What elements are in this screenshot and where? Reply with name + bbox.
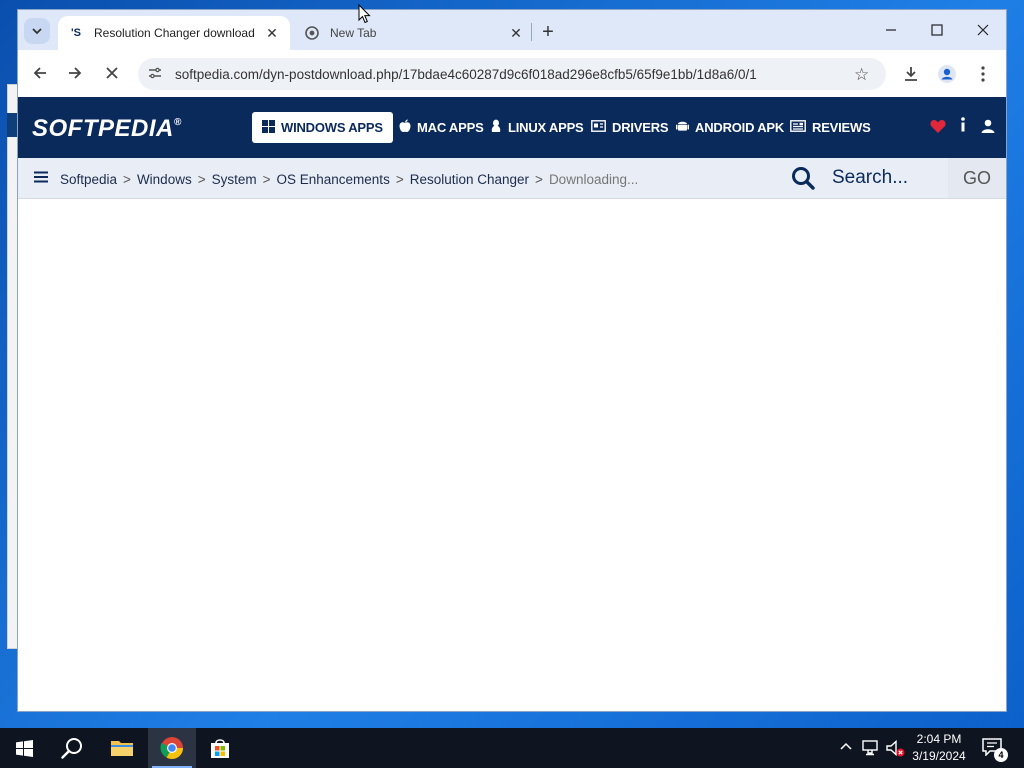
maximize-icon — [931, 24, 943, 36]
nav-windows-apps[interactable]: WINDOWS APPS — [252, 112, 393, 143]
network-icon[interactable] — [862, 740, 880, 759]
taskbar-store[interactable] — [196, 728, 244, 768]
close-tab-icon[interactable]: ✕ — [264, 25, 280, 41]
reviews-icon — [790, 120, 806, 135]
nav-linux-apps[interactable]: LINUX APPS — [480, 112, 594, 143]
tab-title: Resolution Changer download — [94, 26, 255, 40]
download-icon — [905, 67, 917, 81]
breadcrumb-separator: > — [197, 171, 206, 187]
notification-count-badge: 4 — [994, 748, 1008, 762]
chrome-icon — [304, 25, 320, 41]
tab-separator — [531, 23, 532, 41]
hamburger-menu-icon[interactable] — [34, 170, 48, 188]
new-tab-button[interactable]: + — [538, 21, 558, 43]
site-settings-icon[interactable] — [148, 66, 166, 83]
user-account-icon[interactable] — [981, 118, 995, 138]
forward-button[interactable] — [64, 62, 86, 84]
tab-strip: 'S Resolution Changer download ✕ New Tab… — [18, 10, 1006, 50]
taskbar-chrome[interactable] — [148, 728, 196, 768]
arrow-right-icon — [69, 67, 82, 79]
breadcrumb-separator: > — [262, 171, 271, 187]
windows-taskbar: 2:04 PM 3/19/2024 4 — [0, 728, 1024, 768]
close-icon — [977, 24, 989, 36]
folder-icon — [111, 741, 133, 756]
profile-button[interactable] — [936, 63, 958, 85]
breadcrumb-system[interactable]: System — [212, 172, 257, 187]
back-button[interactable] — [29, 62, 51, 84]
downloads-button[interactable] — [900, 63, 922, 85]
search-input[interactable] — [832, 164, 948, 192]
windows-icon — [262, 119, 275, 136]
favorites-heart-icon[interactable] — [930, 118, 946, 138]
nav-mac-apps[interactable]: MAC APPS — [389, 112, 494, 143]
breadcrumb-windows[interactable]: Windows — [137, 172, 192, 187]
start-button[interactable] — [0, 728, 48, 768]
search-icon[interactable] — [791, 166, 815, 196]
store-bag-icon — [211, 739, 229, 758]
breadcrumb-bar: Softpedia > Windows > System > OS Enhanc… — [18, 158, 1006, 199]
breadcrumb-current: Downloading... — [548, 171, 639, 187]
stop-loading-button[interactable] — [101, 62, 123, 84]
arrow-left-icon — [33, 67, 46, 79]
mouse-cursor-icon — [358, 3, 371, 29]
chevron-down-icon — [32, 28, 42, 35]
nav-reviews[interactable]: REVIEWS — [780, 112, 881, 143]
breadcrumb-os-enhancements[interactable]: OS Enhancements — [277, 172, 390, 187]
nav-android-apk[interactable]: ANDROID APK — [666, 112, 794, 143]
breadcrumb-resolution-changer[interactable]: Resolution Changer — [410, 172, 529, 187]
clock-time: 2:04 PM — [916, 732, 962, 746]
show-hidden-icons-chevron-up-icon[interactable] — [840, 741, 852, 756]
breadcrumb-separator: > — [123, 171, 131, 187]
close-window-button[interactable] — [960, 18, 1006, 42]
close-tab-icon[interactable]: ✕ — [508, 25, 524, 41]
tab-resolution-changer[interactable]: 'S Resolution Changer download ✕ — [58, 16, 290, 50]
kebab-menu-icon — [981, 66, 985, 82]
maximize-button[interactable] — [914, 18, 960, 42]
menu-button[interactable] — [972, 63, 994, 85]
url-text: softpedia.com/dyn-postdownload.php/17bda… — [175, 66, 757, 82]
windows-start-icon — [15, 739, 33, 757]
profile-icon — [938, 65, 956, 83]
taskbar-file-explorer[interactable] — [98, 728, 146, 768]
clock-date: 3/19/2024 — [912, 749, 966, 763]
softpedia-s-icon: 'S — [71, 27, 81, 39]
breadcrumb-softpedia[interactable]: Softpedia — [60, 172, 117, 187]
taskbar-clock[interactable]: 2:04 PM 3/19/2024 — [904, 731, 974, 765]
taskbar-search-button[interactable] — [48, 728, 96, 768]
browser-window: 'S Resolution Changer download ✕ New Tab… — [18, 10, 1006, 711]
search-icon — [61, 738, 82, 759]
info-icon[interactable] — [959, 117, 967, 138]
tab-title: New Tab — [330, 26, 377, 40]
softpedia-header: SOFTPEDIA® WINDOWS APPS MAC APPS LINUX A… — [18, 97, 1006, 158]
minimize-button[interactable] — [868, 18, 914, 42]
page-content-area — [18, 199, 1006, 711]
breadcrumb-separator: > — [535, 171, 543, 187]
bookmark-star-icon[interactable]: ☆ — [854, 65, 869, 85]
tab-new-tab[interactable]: New Tab ✕ — [294, 16, 534, 50]
apple-icon — [399, 119, 411, 136]
breadcrumb: Softpedia > Windows > System > OS Enhanc… — [34, 170, 638, 188]
minimize-icon — [886, 29, 896, 31]
breadcrumb-separator: > — [395, 171, 404, 187]
tab-search-button[interactable] — [24, 18, 50, 44]
linux-icon — [490, 119, 502, 136]
volume-muted-icon[interactable] — [886, 739, 906, 761]
chrome-icon — [160, 737, 183, 759]
softpedia-logo[interactable]: SOFTPEDIA® — [32, 115, 182, 143]
go-button[interactable]: GO — [948, 158, 1006, 198]
stop-icon — [106, 67, 118, 79]
android-icon — [676, 119, 689, 136]
nav-drivers[interactable]: DRIVERS — [581, 112, 678, 143]
drivers-icon — [591, 120, 606, 135]
browser-toolbar: softpedia.com/dyn-postdownload.php/17bda… — [18, 50, 1006, 97]
address-bar[interactable]: softpedia.com/dyn-postdownload.php/17bda… — [138, 58, 886, 90]
